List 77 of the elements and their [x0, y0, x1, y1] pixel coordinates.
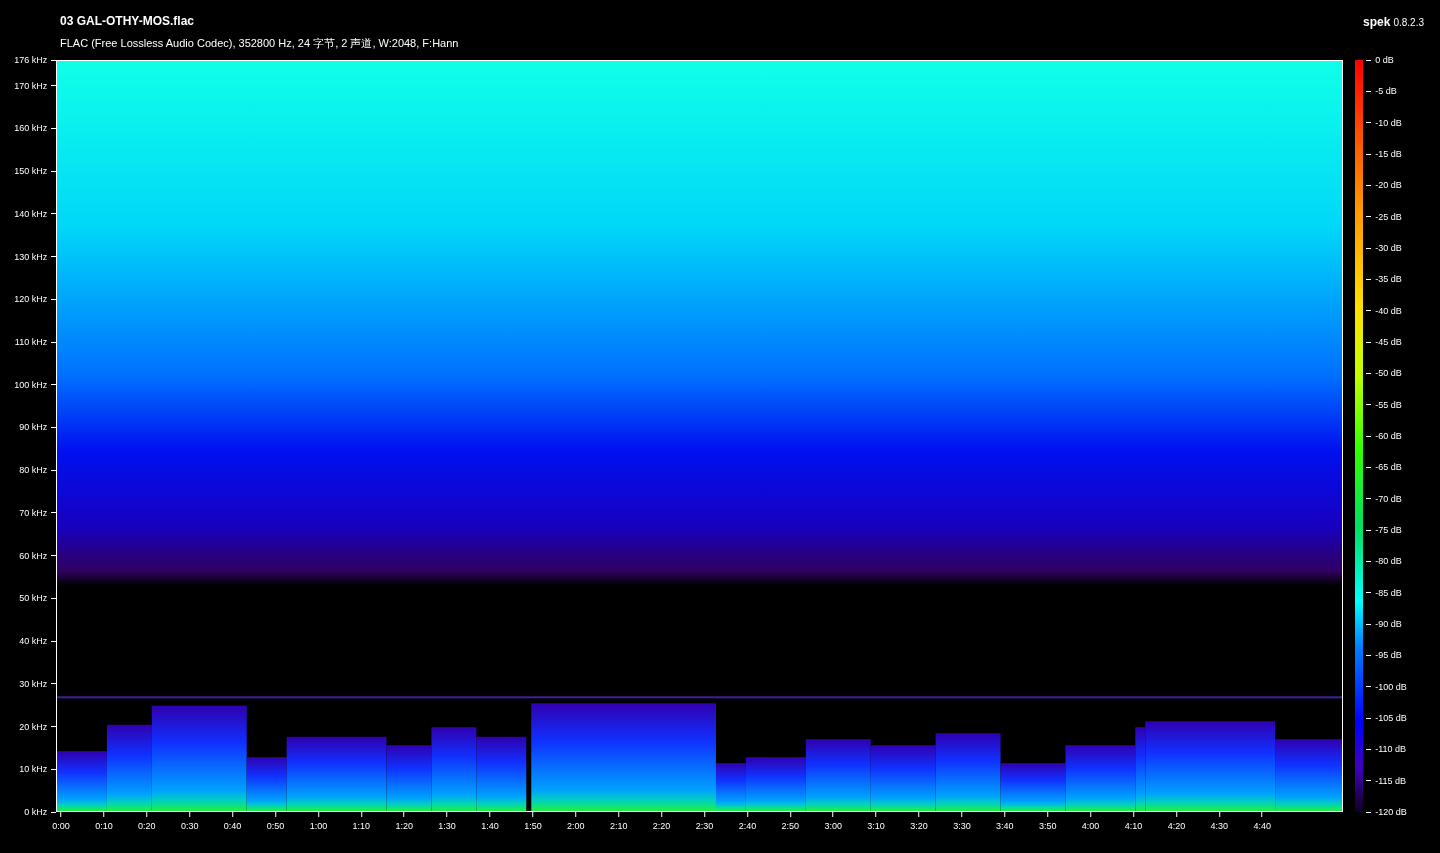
level-label: -40 dB [1375, 305, 1402, 316]
time-label: 4:40 [1253, 821, 1271, 831]
time-label: 2:40 [738, 821, 757, 831]
time-label: 0:40 [223, 821, 242, 831]
frequency-label: 130 kHz [14, 251, 48, 262]
level-label: -55 dB [1375, 399, 1402, 410]
time-label: 0:10 [95, 821, 113, 831]
level-label: -25 dB [1375, 211, 1402, 222]
frequency-label: 110 kHz [14, 337, 48, 347]
frequency-label: 170 kHz [14, 80, 48, 91]
level-label: -105 dB [1375, 713, 1407, 723]
frequency-label: 70 kHz [19, 507, 48, 518]
time-label: 4:30 [1210, 821, 1229, 831]
level-label: -115 dB [1375, 775, 1407, 786]
time-label: 3:50 [1038, 821, 1057, 831]
time-label: 4:00 [1081, 821, 1100, 831]
time-label: 1:10 [352, 821, 371, 831]
time-label: 1:20 [395, 821, 413, 831]
time-label: 4:20 [1167, 821, 1186, 831]
level-label: -65 dB [1375, 462, 1402, 473]
level-label: -60 dB [1375, 431, 1402, 441]
level-label: -45 dB [1375, 337, 1402, 347]
frequency-label: 140 kHz [14, 208, 48, 219]
level-label: -70 dB [1375, 493, 1402, 504]
app-version: 0.8.2.3 [1393, 17, 1424, 28]
time-label: 1:00 [309, 821, 328, 831]
level-label: -30 dB [1375, 243, 1402, 253]
level-label: -95 dB [1375, 650, 1402, 661]
time-label: 3:20 [910, 821, 928, 831]
frequency-label: 0 kHz [24, 807, 48, 817]
frequency-label: 80 kHz [19, 465, 48, 476]
level-label: -50 dB [1375, 368, 1402, 379]
frequency-label: 176 kHz [14, 55, 48, 65]
time-label: 0:30 [180, 821, 199, 831]
time-label: 3:10 [867, 821, 885, 831]
time-label: 2:30 [695, 821, 714, 831]
time-label: 3:30 [953, 821, 971, 831]
frequency-label: 60 kHz [19, 550, 48, 561]
time-label: 0:20 [138, 821, 156, 831]
frequency-label: 20 kHz [19, 721, 48, 732]
level-label: -75 dB [1375, 525, 1402, 535]
file-name: 03 GAL-OTHY-MOS.flac [60, 14, 196, 28]
level-label: -10 dB [1375, 117, 1402, 128]
level-label: -20 dB [1375, 180, 1402, 191]
level-label: -15 dB [1375, 149, 1402, 159]
level-label: 0 dB [1375, 55, 1394, 65]
time-label: 0:50 [266, 821, 285, 831]
time-label: 2:50 [781, 821, 800, 831]
time-label: 1:30 [438, 821, 456, 831]
frequency-label: 90 kHz [19, 422, 48, 433]
time-label: 3:40 [996, 821, 1014, 831]
level-label: -5 dB [1375, 86, 1397, 97]
level-label: -110 dB [1375, 744, 1407, 755]
level-label: -35 dB [1375, 274, 1402, 285]
level-label: -100 dB [1375, 681, 1407, 692]
level-label: -80 dB [1375, 556, 1402, 567]
time-label: 1:40 [481, 821, 499, 831]
time-label: 0:00 [52, 821, 70, 831]
frequency-label: 150 kHz [14, 166, 48, 177]
time-label: 2:00 [567, 821, 585, 831]
time-label: 1:50 [524, 821, 542, 831]
frequency-label: 160 kHz [14, 123, 48, 134]
frequency-label: 10 kHz [19, 764, 48, 775]
app-name: spek [1363, 15, 1391, 29]
time-label: 2:20 [652, 821, 671, 831]
frequency-label: 40 kHz [19, 636, 48, 647]
time-label: 4:10 [1124, 821, 1143, 831]
frequency-label: 100 kHz [14, 379, 48, 390]
time-label: 2:10 [609, 821, 628, 831]
frequency-label: 50 kHz [19, 593, 48, 604]
time-label: 3:00 [824, 821, 842, 831]
frequency-label: 120 kHz [14, 294, 48, 305]
level-label: -90 dB [1375, 619, 1402, 629]
audio-info: FLAC (Free Lossless Audio Codec), 352800 Hz, 24 字节, 2 声道, W:2048, F:Hann [60, 36, 459, 50]
level-label: -85 dB [1375, 587, 1402, 598]
level-label: -120 dB [1375, 807, 1407, 817]
frequency-label: 30 kHz [19, 678, 48, 689]
